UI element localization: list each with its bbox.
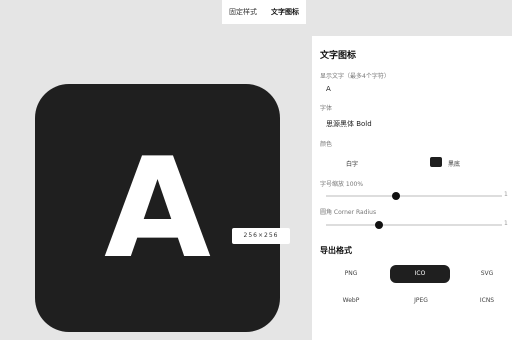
- tab-text-icon[interactable]: 文字图标: [264, 0, 306, 24]
- size-label: 字号缩放 100%: [320, 181, 364, 188]
- font-select[interactable]: 思源黑体 Bold: [326, 119, 372, 129]
- radius-slider-track[interactable]: [326, 224, 502, 226]
- color-swatch[interactable]: [430, 157, 442, 167]
- radius-label: 圆角 Corner Radius: [320, 209, 377, 216]
- size-slider-end: 1: [504, 191, 508, 198]
- size-slider-thumb[interactable]: [392, 192, 401, 200]
- settings-panel: 文字图标 显示文字（最多4个字符） A 字体 思源黑体 Bold 颜色 白字 黑…: [312, 36, 512, 340]
- font-label: 字体: [320, 105, 333, 112]
- format-webp[interactable]: WebP: [328, 292, 374, 310]
- icon-preview: A: [35, 84, 280, 332]
- format-ico[interactable]: ICO: [390, 265, 450, 283]
- format-jpeg[interactable]: JPEG: [396, 292, 446, 310]
- radius-slider-end: 1: [504, 220, 508, 227]
- top-bar: 固定样式 文字图标: [0, 0, 512, 24]
- tab-fixed-style[interactable]: 固定样式: [222, 0, 264, 24]
- size-slider-track[interactable]: [326, 195, 502, 197]
- panel-title: 文字图标: [320, 51, 357, 61]
- format-png[interactable]: PNG: [328, 265, 374, 283]
- color-option-black[interactable]: 黑底: [448, 159, 460, 168]
- format-icns[interactable]: ICNS: [464, 292, 510, 310]
- tab-bar: 固定样式 文字图标: [222, 0, 306, 24]
- icon-letter: A: [104, 128, 211, 289]
- text-input[interactable]: A: [326, 85, 331, 93]
- format-svg[interactable]: SVG: [464, 265, 510, 283]
- radius-slider-thumb[interactable]: [374, 221, 383, 229]
- text-label: 显示文字（最多4个字符）: [320, 73, 390, 80]
- color-label: 颜色: [320, 141, 333, 148]
- color-option-white[interactable]: 白字: [346, 159, 358, 168]
- export-title: 导出格式: [320, 246, 352, 255]
- size-badge: 256×256: [232, 228, 290, 244]
